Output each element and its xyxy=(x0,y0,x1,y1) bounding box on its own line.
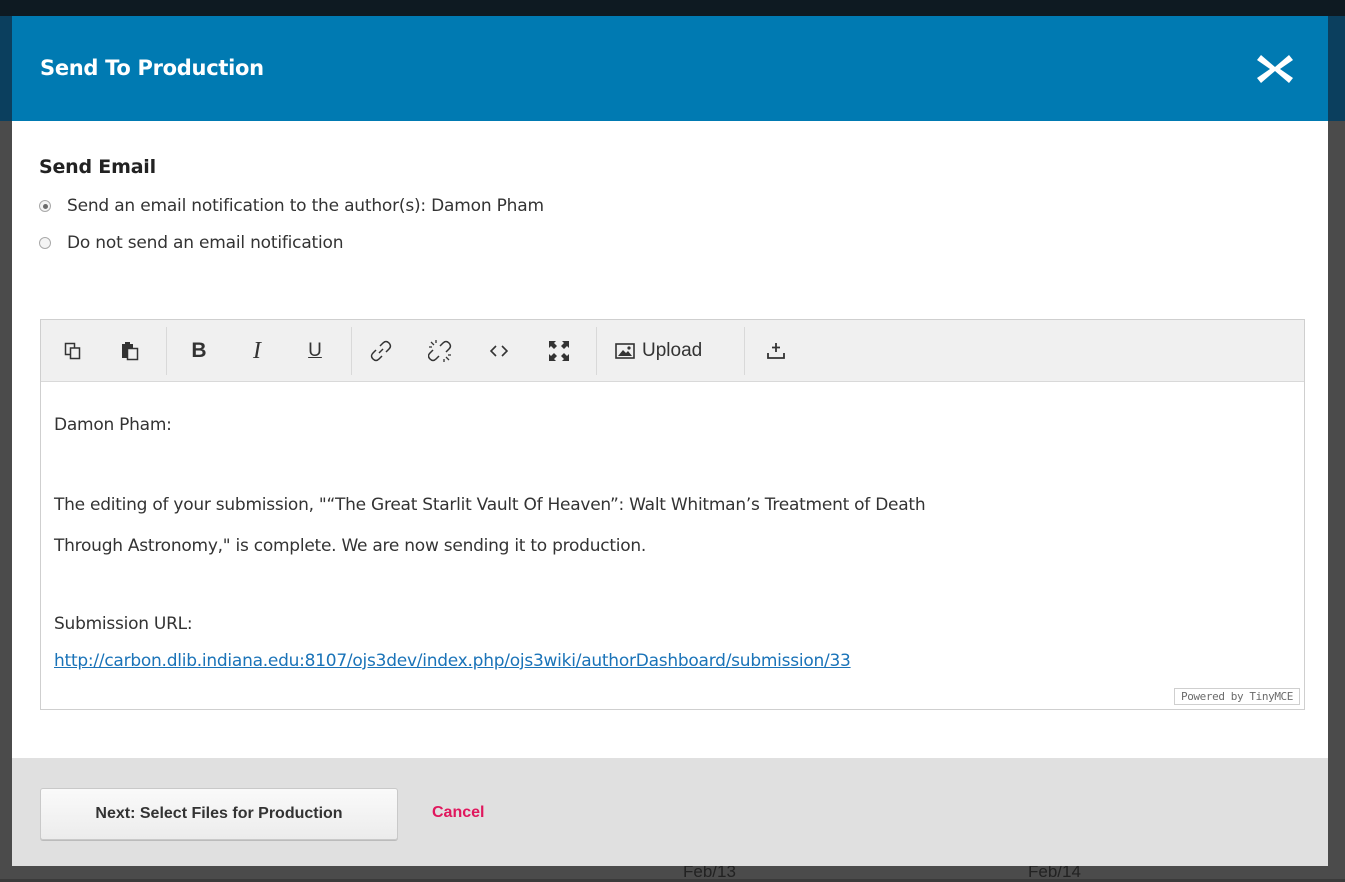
send-to-production-modal: Send To Production Send Email Send an em… xyxy=(12,16,1328,866)
code-button[interactable] xyxy=(487,338,511,364)
paste-button[interactable] xyxy=(118,338,142,364)
editor-content[interactable]: Damon Pham: The editing of your submissi… xyxy=(41,382,1304,709)
submission-url-link[interactable]: http://carbon.dlib.indiana.edu:8107/ojs3… xyxy=(54,644,851,678)
email-body-line: The editing of your submission, "“The Gr… xyxy=(54,495,926,515)
fullscreen-button[interactable] xyxy=(546,338,572,364)
bold-icon: B xyxy=(191,339,207,362)
toolbar-separator xyxy=(596,327,597,375)
italic-button[interactable]: I xyxy=(245,338,269,364)
radio-button[interactable] xyxy=(39,237,51,249)
modal-title: Send To Production xyxy=(40,56,264,80)
modal-footer: Next: Select Files for Production Cancel xyxy=(12,758,1328,866)
editor-toolbar: B I U Upload xyxy=(41,320,1304,382)
radio-label: Send an email notification to the author… xyxy=(67,196,544,216)
close-icon xyxy=(1257,55,1293,83)
toolbar-separator xyxy=(351,327,352,375)
toolbar-separator xyxy=(166,327,167,375)
send-email-heading: Send Email xyxy=(39,156,156,178)
upload-label: Upload xyxy=(642,340,703,361)
modal-header: Send To Production xyxy=(12,16,1328,121)
link-icon xyxy=(370,340,392,362)
close-button[interactable] xyxy=(1252,49,1298,89)
toolbar-separator xyxy=(744,327,745,375)
insert-tag-button[interactable] xyxy=(763,338,789,364)
italic-icon: I xyxy=(253,337,261,364)
radio-button-checked[interactable] xyxy=(39,200,51,212)
powered-by-tinymce[interactable]: Powered by TinyMCE xyxy=(1173,688,1300,705)
email-greeting: Damon Pham: xyxy=(54,415,172,435)
insert-tag-icon xyxy=(767,343,785,359)
underline-icon: U xyxy=(308,340,322,361)
underline-button[interactable]: U xyxy=(303,338,327,364)
code-icon xyxy=(490,345,508,357)
paste-icon xyxy=(122,342,139,361)
link-button[interactable] xyxy=(368,338,394,364)
radio-label: Do not send an email notification xyxy=(67,233,344,253)
radio-no-notification[interactable]: Do not send an email notification xyxy=(39,233,344,253)
fullscreen-icon xyxy=(549,341,569,361)
radio-send-notification[interactable]: Send an email notification to the author… xyxy=(39,196,544,216)
background-topbar xyxy=(0,0,1345,16)
bold-button[interactable]: B xyxy=(187,338,211,364)
cancel-button[interactable]: Cancel xyxy=(432,804,484,822)
unlink-icon xyxy=(428,340,452,362)
copy-icon xyxy=(64,342,81,360)
email-body-line: Through Astronomy," is complete. We are … xyxy=(54,536,647,556)
upload-button[interactable]: Upload xyxy=(615,338,727,364)
email-editor: B I U Upload Damon Pham: The editing of … xyxy=(40,319,1305,710)
copy-button[interactable] xyxy=(61,338,85,364)
unlink-button[interactable] xyxy=(427,338,453,364)
next-select-files-button[interactable]: Next: Select Files for Production xyxy=(40,788,398,840)
image-upload-icon xyxy=(615,343,635,359)
submission-url-label: Submission URL: xyxy=(54,614,193,634)
